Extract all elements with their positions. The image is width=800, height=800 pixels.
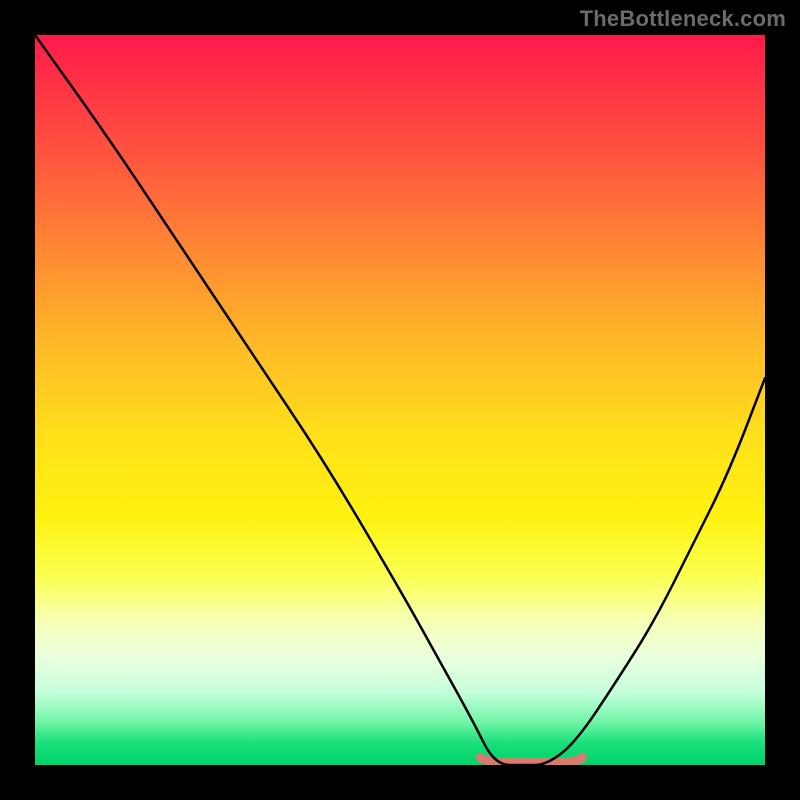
curve-layer xyxy=(35,35,765,765)
plot-area xyxy=(35,35,765,765)
watermark-text: TheBottleneck.com xyxy=(580,6,786,32)
bottleneck-curve xyxy=(35,35,765,765)
chart-container: TheBottleneck.com xyxy=(0,0,800,800)
